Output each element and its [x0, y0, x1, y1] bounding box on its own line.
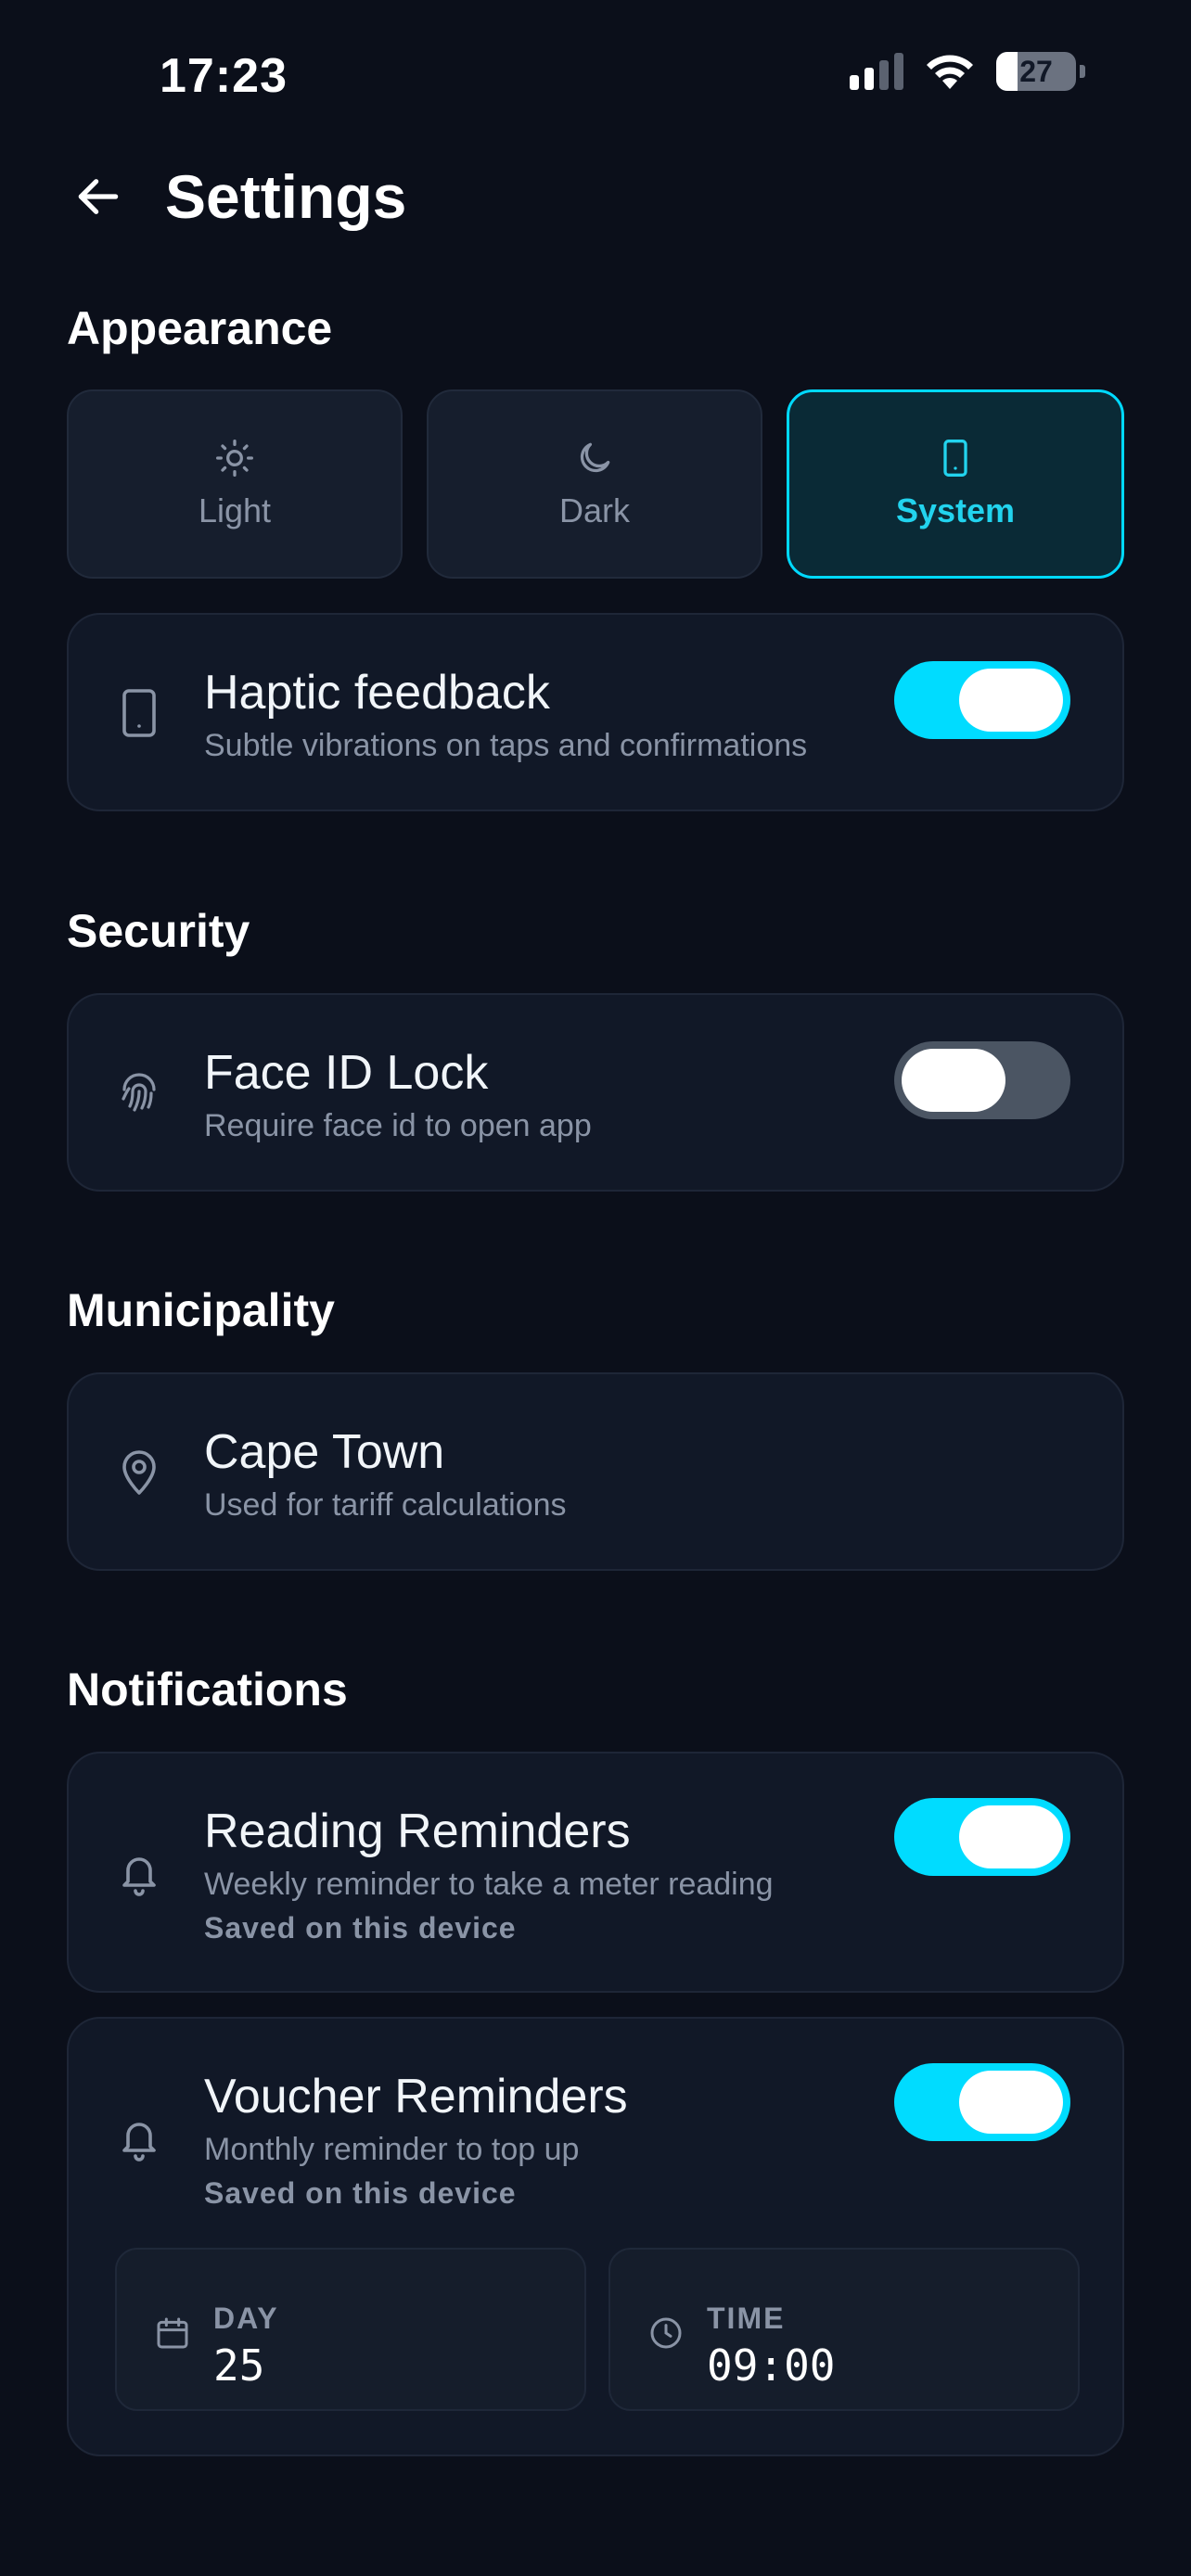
clock-icon — [650, 2317, 682, 2349]
face-id-toggle[interactable] — [894, 1041, 1070, 1119]
voucher-reminders-subtitle: Monthly reminder to top up — [204, 2132, 580, 2167]
municipality-name: Cape Town — [204, 1425, 445, 1479]
page-title: Settings — [165, 162, 407, 231]
reading-reminders-title: Reading Reminders — [204, 1804, 631, 1858]
haptic-feedback-card: Haptic feedback Subtle vibrations on tap… — [67, 613, 1124, 811]
back-arrow-icon[interactable] — [67, 165, 130, 228]
header: Settings — [67, 158, 406, 236]
face-id-title: Face ID Lock — [204, 1046, 489, 1100]
theme-option-dark[interactable]: Dark — [427, 389, 762, 579]
theme-option-system[interactable]: System — [787, 389, 1124, 579]
section-title-security: Security — [67, 905, 250, 957]
toggle-knob — [902, 1049, 1005, 1112]
reading-reminders-note: Saved on this device — [204, 1911, 517, 1945]
day-value: 25 — [213, 2340, 265, 2391]
toggle-knob — [959, 1805, 1063, 1868]
section-title-appearance: Appearance — [67, 302, 333, 354]
sun-icon — [216, 440, 253, 477]
battery-icon: 27 — [996, 52, 1076, 91]
reminder-time-picker[interactable]: TIME 09:00 — [608, 2248, 1080, 2411]
battery-cap — [1080, 65, 1085, 78]
settings-screen: 17:23 27 Settings Appearance Light Dark … — [0, 0, 1191, 2576]
status-icons: 27 — [850, 52, 1085, 91]
fingerprint-icon — [117, 1067, 161, 1119]
map-pin-icon — [117, 1447, 161, 1498]
moon-icon — [580, 442, 610, 473]
municipality-card[interactable]: Cape Town Used for tariff calculations — [67, 1372, 1124, 1571]
theme-option-light[interactable]: Light — [67, 389, 403, 579]
voucher-reminders-card: Voucher Reminders Monthly reminder to to… — [67, 2017, 1124, 2456]
bell-icon — [117, 1848, 161, 1900]
face-id-card: Face ID Lock Require face id to open app — [67, 993, 1124, 1192]
toggle-knob — [959, 669, 1063, 732]
theme-option-label: Light — [198, 491, 272, 529]
toggle-knob — [959, 2071, 1063, 2134]
theme-option-label: System — [895, 491, 1016, 529]
municipality-subtitle: Used for tariff calculations — [204, 1487, 567, 1523]
wifi-icon — [927, 55, 973, 89]
reminder-day-picker[interactable]: DAY 25 — [115, 2248, 586, 2411]
time-value: 09:00 — [707, 2340, 836, 2391]
time-label: TIME — [707, 2302, 786, 2335]
haptic-subtitle: Subtle vibrations on taps and confirmati… — [204, 728, 808, 763]
status-time: 17:23 — [160, 49, 288, 103]
phone-icon — [943, 440, 967, 477]
status-bar: 17:23 27 — [0, 0, 1191, 158]
theme-option-label: Dark — [558, 491, 630, 529]
calendar-icon — [157, 2317, 188, 2349]
theme-selector: Light Dark System — [67, 389, 1124, 579]
reading-reminders-toggle[interactable] — [894, 1798, 1070, 1876]
voucher-reminders-toggle[interactable] — [894, 2063, 1070, 2141]
haptic-feedback-toggle[interactable] — [894, 661, 1070, 739]
day-label: DAY — [213, 2302, 279, 2335]
voucher-reminders-note: Saved on this device — [204, 2176, 517, 2210]
battery-percent: 27 — [1019, 54, 1053, 88]
cellular-signal-icon — [850, 53, 903, 90]
bell-icon — [117, 2113, 161, 2165]
phone-icon — [117, 687, 161, 739]
voucher-reminders-title: Voucher Reminders — [204, 2070, 628, 2123]
section-title-municipality: Municipality — [67, 1284, 335, 1336]
face-id-subtitle: Require face id to open app — [204, 1108, 592, 1143]
haptic-title: Haptic feedback — [204, 666, 550, 720]
section-title-notifications: Notifications — [67, 1664, 348, 1715]
reading-reminders-subtitle: Weekly reminder to take a meter reading — [204, 1867, 774, 1902]
reading-reminders-card: Reading Reminders Weekly reminder to tak… — [67, 1752, 1124, 1993]
